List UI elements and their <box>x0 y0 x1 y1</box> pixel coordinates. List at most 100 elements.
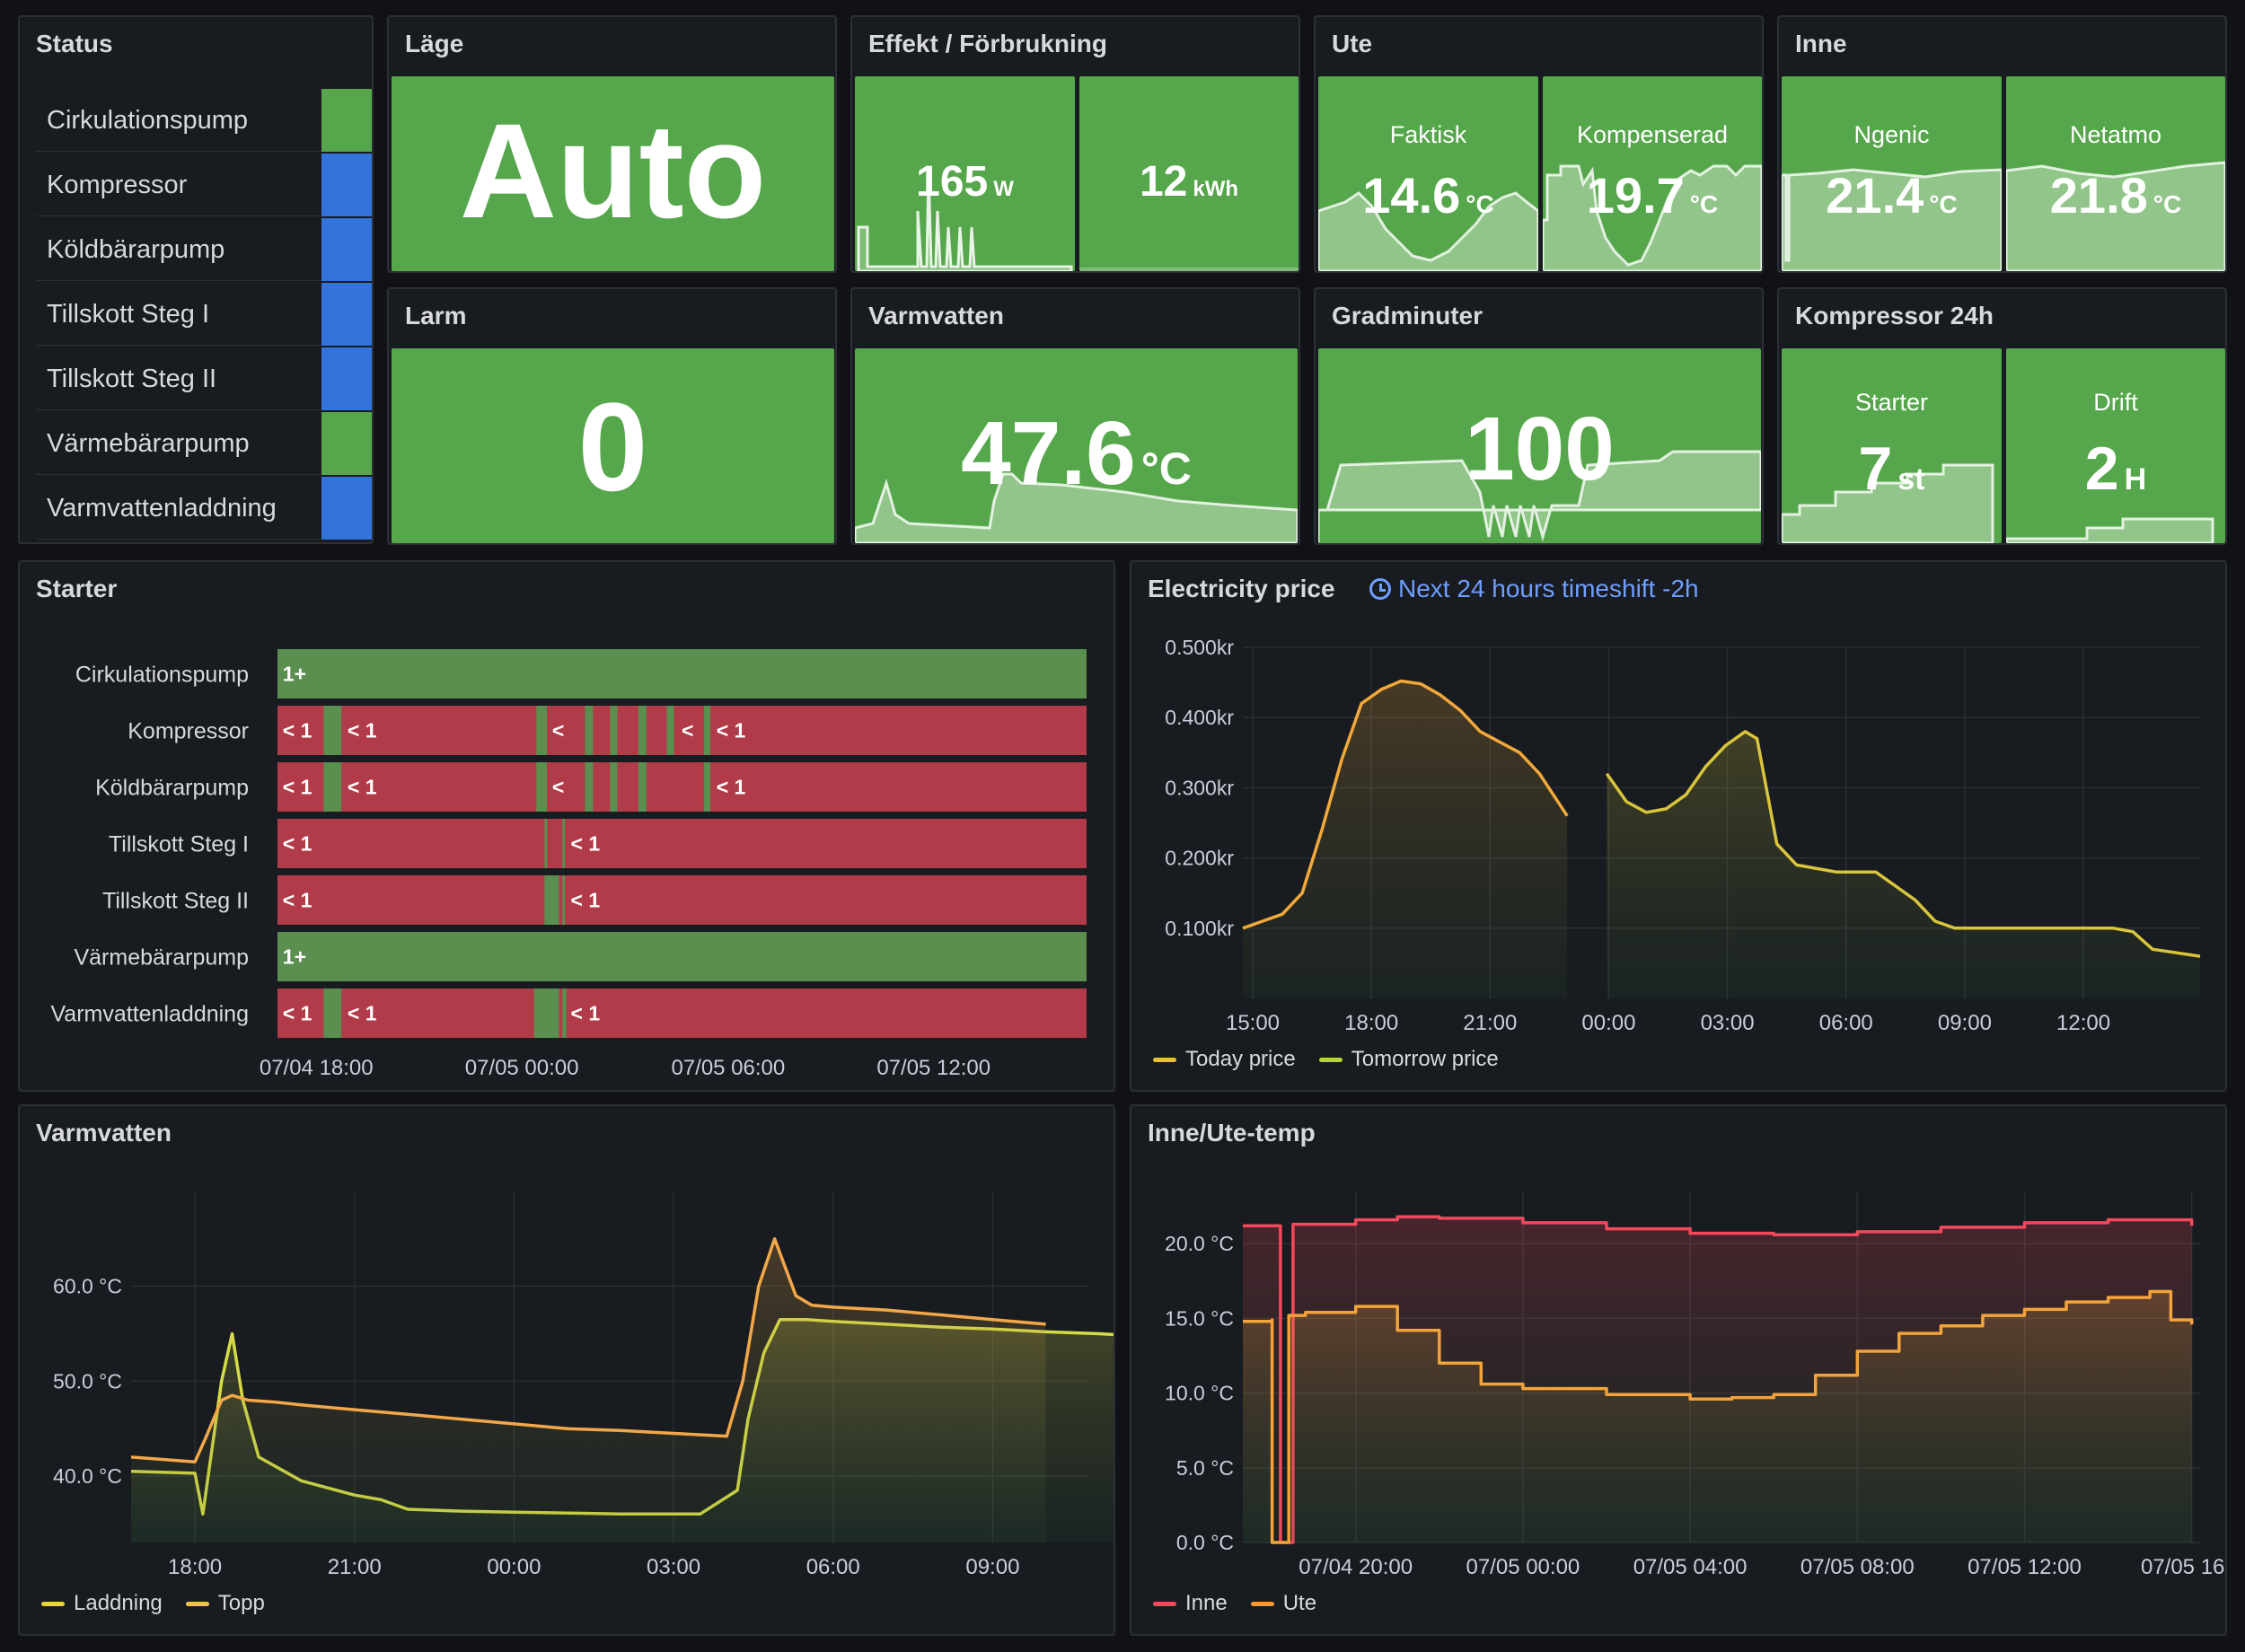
status-label: Värmebärarpump <box>47 429 250 458</box>
y-tick-label: 5.0 °C <box>1176 1456 1234 1480</box>
status-indicator <box>321 154 372 216</box>
legend-label: Topp <box>217 1591 265 1615</box>
status-title: Status <box>36 30 113 57</box>
inne-ute-legend: Inne Ute <box>1153 1591 1340 1616</box>
starter-label: Starter <box>1854 389 1929 416</box>
varmvatten-value: 47.6 °C <box>961 403 1192 504</box>
starter-on-segment <box>536 762 548 812</box>
starter-count-label: < 1 <box>283 719 313 743</box>
legend-item[interactable]: Inne <box>1153 1591 1228 1616</box>
varmvatten-chart: 60.0 °C 50.0 °C 40.0 °C 18:00 21:00 00:00 03:0… <box>53 1191 1114 1579</box>
lage-value: Auto <box>459 95 767 246</box>
y-tick-label: 0.500kr <box>1165 636 1234 659</box>
status-label: Varmvattenladdning <box>47 494 277 523</box>
series-area <box>131 1238 1046 1542</box>
starter-row-label: Kompressor <box>128 719 249 744</box>
larm-panel: Larm 0 <box>387 287 837 545</box>
y-tick-label: 60.0 °C <box>53 1275 122 1298</box>
x-tick-label: 03:00 <box>647 1555 700 1579</box>
x-tick-label: 15:00 <box>1226 1011 1280 1035</box>
legend-label: Today price <box>1185 1047 1296 1071</box>
starter-on-segment <box>544 819 548 868</box>
legend-item[interactable]: Tomorrow price <box>1318 1047 1499 1072</box>
inne-panel: Inne Ngenic 21.4 °C Netatmo 21.8 °C <box>1777 15 2227 273</box>
status-row: Kompressor <box>36 154 372 216</box>
faktisk-value: 14.6 °C <box>1362 167 1494 224</box>
starter-panel: Starter Cirkulationspump 1+ Kompressor < 1 <… <box>18 560 1115 1092</box>
x-tick-label: 21:00 <box>328 1555 382 1579</box>
x-tick-label: 18:00 <box>1344 1011 1398 1035</box>
starter-count-label: < 1 <box>348 776 377 799</box>
netatmo-label: Netatmo <box>2069 121 2162 148</box>
starter-on-segment <box>323 706 342 755</box>
starter-bar <box>277 932 1087 981</box>
y-tick-label: 0.400kr <box>1165 706 1234 729</box>
x-tick-label: 07/05 06:00 <box>671 1056 785 1080</box>
starter-row-label: Cirkulationspump <box>75 663 249 688</box>
status-indicator <box>321 347 372 410</box>
starter-on-segment <box>323 989 342 1038</box>
starter-on-segment <box>610 706 618 755</box>
x-tick-label: 12:00 <box>2056 1011 2110 1035</box>
ute-panel: Ute Faktisk 14.6 °C Kompenserad 19.7 °C <box>1314 15 1764 273</box>
status-indicator <box>321 477 372 540</box>
legend-swatch <box>1153 1602 1176 1607</box>
inne-ute-panel: Inne/Ute-temp 20.0 °C 15.0 °C 10.0 °C 5.0 °… <box>1130 1104 2227 1636</box>
varmvatten-chart-panel: Varmvatten 60.0 °C 50.0 °C 40.0 °C 18:00 21:… <box>18 1104 1115 1636</box>
legend-label: Laddning <box>74 1591 163 1615</box>
status-row: Tillskott Steg I <box>36 283 372 346</box>
legend-swatch <box>1318 1058 1343 1063</box>
legend-item[interactable]: Laddning <box>41 1591 163 1616</box>
starter-on-segment <box>544 875 559 925</box>
y-tick-label: 40.0 °C <box>53 1464 122 1488</box>
starter-value: 7st <box>1858 435 1925 503</box>
starter-count-label: < 1 <box>283 776 313 799</box>
starter-title: Starter <box>36 575 118 602</box>
starter-count-label: 1+ <box>283 945 306 969</box>
electricity-legend: Today price Tomorrow price <box>1153 1047 1522 1072</box>
larm-tile: 0 <box>392 348 834 543</box>
starter-count-label: < 1 <box>283 832 313 856</box>
y-tick-label: 20.0 °C <box>1165 1232 1234 1255</box>
starter-row-label: Tillskott Steg I <box>109 832 249 857</box>
status-label: Tillskott Steg II <box>47 365 217 393</box>
x-tick-label: 07/05 00:00 <box>465 1056 579 1080</box>
effekt-panel: Effekt / Förbrukning 165 W 12 kWh <box>850 15 1300 273</box>
starter-count-label: < 1 <box>348 1002 377 1025</box>
starter-count-label: < <box>552 719 564 743</box>
status-panel: Status Cirkulationspump Kompressor Köldbär… <box>18 15 374 544</box>
starter-count-label: < 1 <box>571 889 601 912</box>
starter-bar <box>277 762 1087 812</box>
netatmo-tile: Netatmo 21.8 °C <box>2006 76 2225 271</box>
status-indicator <box>321 89 372 152</box>
electricity-panel: Electricity price Next 24 hours timeshif… <box>1130 560 2227 1092</box>
status-label: Tillskott Steg I <box>47 300 210 329</box>
starter-bar <box>277 875 1087 925</box>
ute-title: Ute <box>1332 30 1373 57</box>
gradminuter-title: Gradminuter <box>1332 302 1483 330</box>
status-row: Cirkulationspump <box>36 89 372 152</box>
x-tick-label: 07/05 00:00 <box>1466 1555 1580 1579</box>
starter-bar <box>277 819 1087 868</box>
starter-on-segment <box>562 819 566 868</box>
x-tick-label: 07/05 08:00 <box>1800 1555 1915 1579</box>
drift-label: Drift <box>2093 389 2138 416</box>
y-tick-label: 0.300kr <box>1165 776 1234 799</box>
lage-title: Läge <box>405 30 464 57</box>
starter-on-segment <box>703 762 711 812</box>
legend-item[interactable]: Topp <box>185 1591 265 1616</box>
ngenic-label: Ngenic <box>1853 121 1930 148</box>
kompenserad-label: Kompenserad <box>1576 121 1729 148</box>
power-value: 165 W <box>916 158 1014 206</box>
legend-item[interactable]: Ute <box>1250 1591 1316 1616</box>
gradminuter-panel: Gradminuter 100 <box>1314 287 1764 545</box>
starter-on-segment <box>533 989 559 1038</box>
energy-value: 12 kWh <box>1139 158 1239 206</box>
starter-on-segment <box>666 706 674 755</box>
faktisk-tile: Faktisk 14.6 °C <box>1318 76 1538 271</box>
varmvatten-stat-title: Varmvatten <box>868 302 1004 330</box>
drift-value: 2H <box>2084 435 2147 503</box>
inne-ute-title: Inne/Ute-temp <box>1148 1119 1316 1147</box>
legend-item[interactable]: Today price <box>1153 1047 1296 1072</box>
inne-ute-chart: 20.0 °C 15.0 °C 10.0 °C 5.0 °C 0.0 °C 07/04 2… <box>1165 1191 2225 1579</box>
